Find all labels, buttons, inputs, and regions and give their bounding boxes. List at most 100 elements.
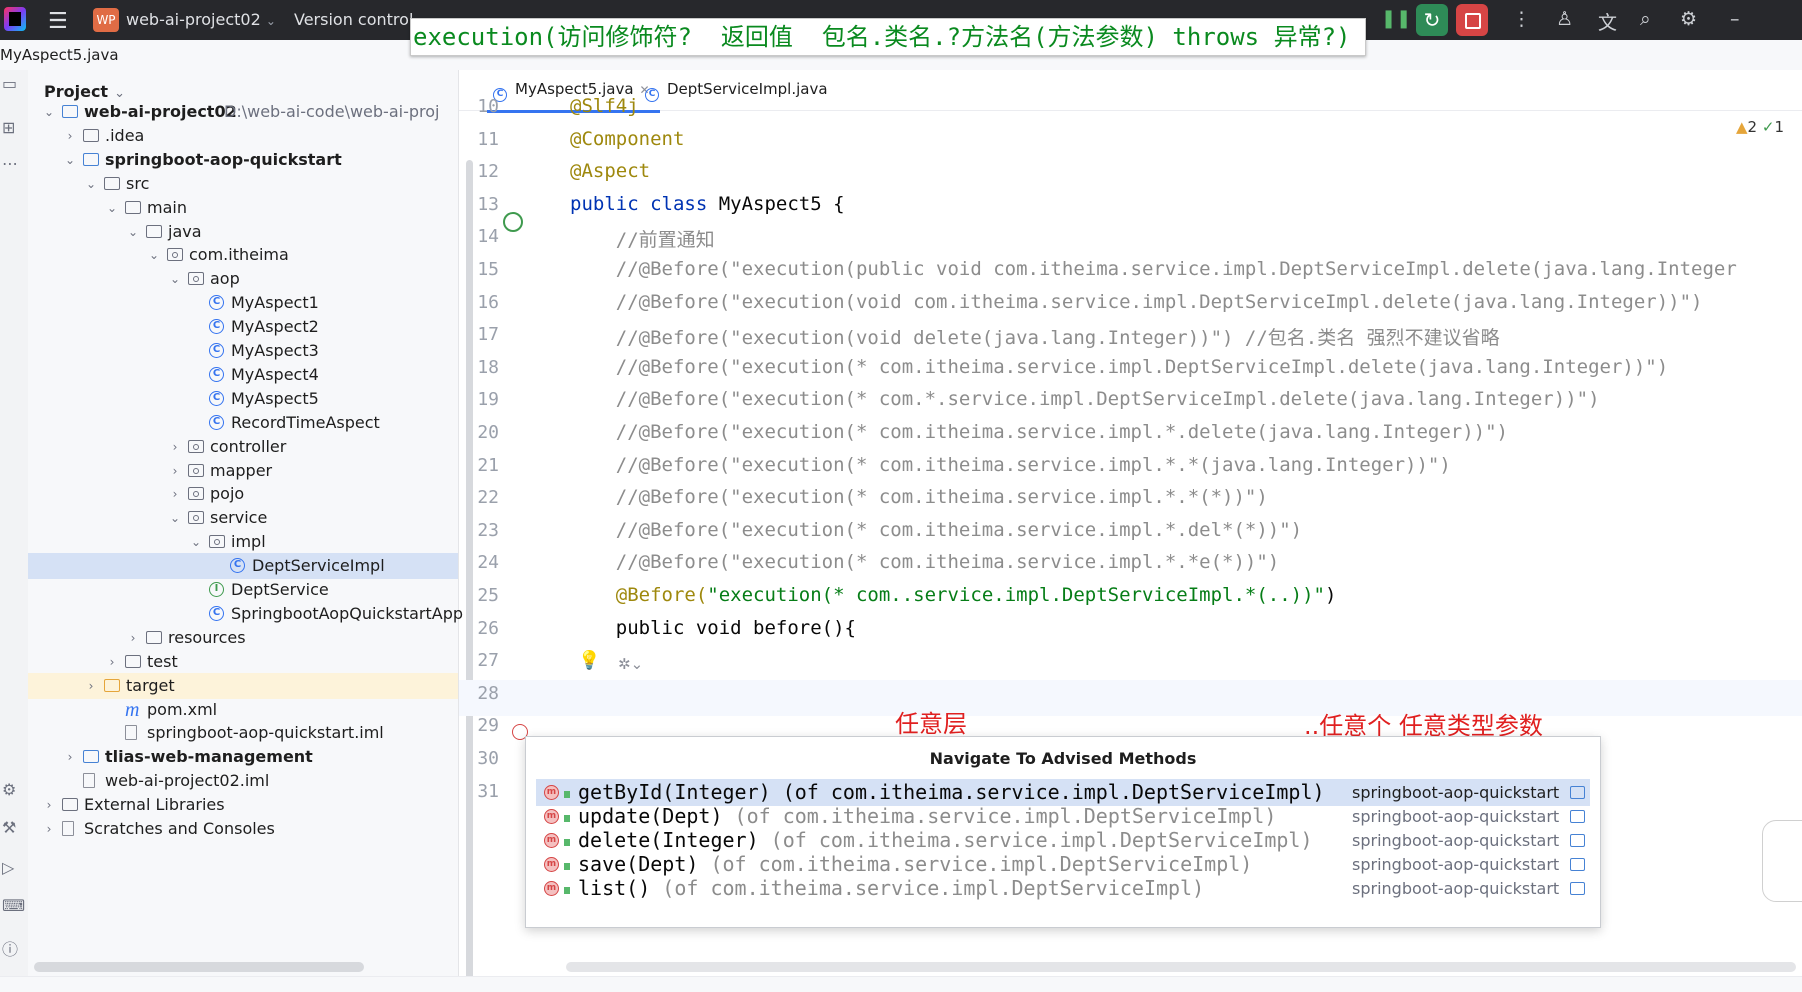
tree-item[interactable]: ⌄ aop xyxy=(28,266,458,292)
pause-icon[interactable]: ❚❚ xyxy=(1381,8,1411,29)
tree-item[interactable]: C RecordTimeAspect xyxy=(28,410,458,436)
project-tool-icon[interactable]: ▭ xyxy=(2,74,17,93)
rerun-icon[interactable]: ↻ xyxy=(1416,4,1448,36)
chevron-down-icon[interactable]: ⌄ xyxy=(63,147,77,173)
chevron-down-icon[interactable]: ⌄ xyxy=(84,171,98,197)
code-line[interactable]: //@Before("execution(void com.itheima.se… xyxy=(570,291,1703,313)
chevron-right-icon[interactable]: › xyxy=(168,434,182,460)
tree-item[interactable]: C MyAspect5 xyxy=(28,386,458,412)
tree-item[interactable]: C MyAspect2 xyxy=(28,314,458,340)
advised-method-item[interactable]: m update(Dept) (of com.itheima.service.im… xyxy=(536,803,1590,830)
tree-item[interactable]: I DeptService xyxy=(28,577,458,603)
tree-item[interactable]: › resources xyxy=(28,625,458,651)
code-line[interactable]: //@Before("execution(* com.itheima.servi… xyxy=(570,551,1279,573)
structure-tool-icon[interactable]: ⊞ xyxy=(2,118,15,137)
project-scrollbar[interactable] xyxy=(466,160,473,990)
editor-tab[interactable]: C DeptServiceImpl.java xyxy=(645,80,828,102)
tree-item[interactable]: › Scratches and Consoles xyxy=(28,816,458,842)
chevron-right-icon[interactable]: › xyxy=(126,625,140,651)
chevron-down-icon[interactable]: ⌄ xyxy=(42,99,56,125)
debug-tool-icon[interactable]: ⚙ xyxy=(2,780,16,799)
code-line[interactable]: public void before(){ xyxy=(570,617,856,639)
chevron-down-icon[interactable]: ⌄ xyxy=(168,266,182,292)
chevron-right-icon[interactable]: › xyxy=(63,744,77,770)
tree-item[interactable]: ⌄ java xyxy=(28,219,458,245)
tree-item[interactable]: ⌄ src xyxy=(28,171,458,197)
code-line[interactable]: //@Before("execution(void delete(java.la… xyxy=(570,323,1500,350)
chevron-right-icon[interactable]: › xyxy=(63,123,77,149)
code-line[interactable]: @Aspect xyxy=(570,160,650,182)
settings-icon[interactable]: ⚙ xyxy=(1680,8,1697,30)
tree-item[interactable]: ⌄ main xyxy=(28,195,458,221)
tree-item[interactable]: springboot-aop-quickstart.iml xyxy=(28,720,458,746)
terminal-tool-icon[interactable]: ⌨ xyxy=(2,896,25,915)
code-line[interactable]: //@Before("execution(public void com.ith… xyxy=(570,258,1737,280)
minimize-icon[interactable]: – xyxy=(1730,8,1740,30)
chevron-right-icon[interactable]: › xyxy=(84,673,98,699)
search-icon[interactable]: ⌕ xyxy=(1640,8,1651,30)
ai-assist-icon[interactable]: ✲⌄ xyxy=(618,655,643,673)
more-icon[interactable]: ⋮ xyxy=(1512,8,1531,30)
inspection-widget[interactable]: ▲2 ✓1 xyxy=(1736,118,1784,136)
lightbulb-icon[interactable]: 💡 xyxy=(578,650,600,671)
tree-item[interactable]: C SpringbootAopQuickstartApp xyxy=(28,601,463,627)
tree-item[interactable]: › External Libraries xyxy=(28,792,458,818)
hamburger-menu-icon[interactable]: ☰ xyxy=(48,9,68,34)
code-line[interactable]: //@Before("execution(* com.itheima.servi… xyxy=(570,519,1302,541)
advised-method-item[interactable]: m save(Dept) (of com.itheima.service.impl… xyxy=(536,851,1590,878)
problems-tool-icon[interactable]: ⓘ xyxy=(2,936,18,960)
tree-item[interactable]: m pom.xml xyxy=(28,697,458,723)
add-user-icon[interactable]: ♙ xyxy=(1556,8,1573,30)
stop-icon[interactable] xyxy=(1456,4,1488,36)
code-line[interactable]: @Before("execution(* com..service.impl.D… xyxy=(570,584,1337,606)
project-badge[interactable]: WP xyxy=(93,8,119,32)
chevron-right-icon[interactable]: › xyxy=(168,458,182,484)
tree-item[interactable]: ⌄ impl xyxy=(28,529,458,555)
chevron-down-icon[interactable]: ⌄ xyxy=(105,195,119,221)
tree-item[interactable]: C MyAspect1 xyxy=(28,290,458,316)
tree-item[interactable]: ⌄ com.itheima xyxy=(28,242,458,268)
chevron-right-icon[interactable]: › xyxy=(105,649,119,675)
tree-item[interactable]: C MyAspect4 xyxy=(28,362,458,388)
code-line[interactable]: //前置通知 xyxy=(570,225,715,252)
code-line[interactable]: @Component xyxy=(570,128,684,150)
tree-item[interactable]: web-ai-project02.iml xyxy=(28,768,458,794)
version-control-menu[interactable]: Version control xyxy=(294,10,413,29)
code-line[interactable]: //@Before("execution(* com.itheima.servi… xyxy=(570,356,1668,378)
project-horizontal-scrollbar[interactable] xyxy=(34,962,364,972)
code-line[interactable]: //@Before("execution(* com.itheima.servi… xyxy=(570,454,1451,476)
chevron-right-icon[interactable]: › xyxy=(42,816,56,842)
chevron-right-icon[interactable]: › xyxy=(168,481,182,507)
tree-item[interactable]: › .idea xyxy=(28,123,458,149)
tree-item[interactable]: C DeptServiceImpl xyxy=(28,553,458,580)
tree-item[interactable]: C MyAspect3 xyxy=(28,338,458,364)
tree-item[interactable]: › pojo xyxy=(28,481,458,507)
aspect-gutter-icon[interactable] xyxy=(503,212,523,232)
tree-item[interactable]: › mapper xyxy=(28,458,458,484)
tree-item[interactable]: › test xyxy=(28,649,458,675)
advised-method-item[interactable]: m getById(Integer) (of com.itheima.servic… xyxy=(536,779,1590,806)
chevron-down-icon[interactable]: ⌄ xyxy=(168,505,182,531)
floating-widget[interactable] xyxy=(1762,820,1802,902)
translate-icon[interactable]: 文 xyxy=(1598,8,1617,35)
build-tool-icon[interactable]: ⚒ xyxy=(2,818,16,837)
chevron-down-icon[interactable]: ⌄ xyxy=(126,219,140,245)
tree-item[interactable]: › controller xyxy=(28,434,458,460)
chevron-right-icon[interactable]: › xyxy=(42,792,56,818)
more-tools-icon[interactable]: ⋯ xyxy=(2,154,18,173)
services-tool-icon[interactable]: ▷ xyxy=(2,858,14,877)
tree-item[interactable]: ⌄ service xyxy=(28,505,458,531)
editor-horizontal-scrollbar[interactable] xyxy=(566,962,1796,972)
tree-item[interactable]: ⌄ web-ai-project02 D:\web-ai-code\web-ai-p… xyxy=(28,99,458,125)
project-switcher[interactable]: web-ai-project02 ⌄ xyxy=(126,10,276,29)
advised-method-item[interactable]: m list() (of com.itheima.service.impl.Dep… xyxy=(536,875,1590,902)
advised-method-item[interactable]: m delete(Integer) (of com.itheima.service… xyxy=(536,827,1590,854)
tree-item[interactable]: › tlias-web-management xyxy=(28,744,458,770)
intellij-logo-icon[interactable] xyxy=(4,7,26,31)
tree-item[interactable]: ⌄ springboot-aop-quickstart xyxy=(28,147,458,173)
code-line[interactable]: //@Before("execution(* com.*.service.imp… xyxy=(570,388,1600,410)
tree-item[interactable]: › target xyxy=(28,672,458,699)
chevron-down-icon[interactable]: ⌄ xyxy=(189,529,203,555)
code-line[interactable]: //@Before("execution(* com.itheima.servi… xyxy=(570,486,1268,508)
code-line[interactable]: //@Before("execution(* com.itheima.servi… xyxy=(570,421,1508,443)
